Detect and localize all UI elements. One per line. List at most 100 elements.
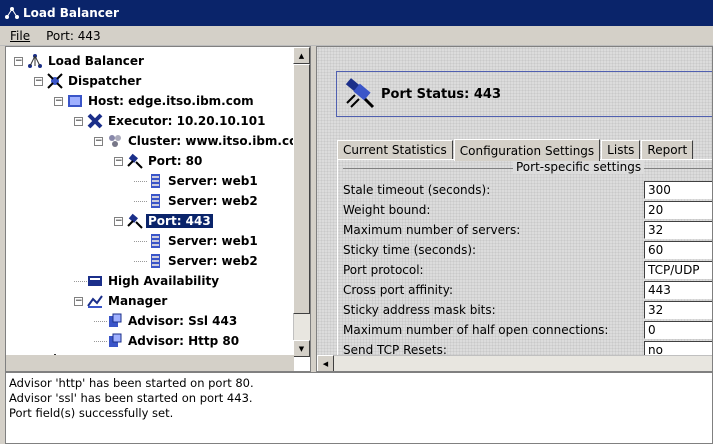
tree-node-server-web1[interactable]: Server: web1 xyxy=(134,231,260,251)
setting-value-field[interactable]: 443 xyxy=(644,281,712,299)
tree-node-label: Port: 80 xyxy=(148,154,203,168)
server-icon xyxy=(151,234,160,248)
tree-node-server-web2[interactable]: Server: web2 xyxy=(134,251,260,271)
collapse-toggle-icon[interactable]: − xyxy=(54,96,63,106)
tree-connector xyxy=(134,180,147,182)
tree-node-high-availability[interactable]: High Availability xyxy=(74,271,221,291)
setting-label: Maximum number of half open connections: xyxy=(343,323,609,337)
tab-current-statistics[interactable]: Current Statistics xyxy=(337,140,453,160)
scroll-up-arrow-icon[interactable]: ▲ xyxy=(293,47,310,64)
setting-label: Weight bound: xyxy=(343,203,431,217)
title-bar: Load Balancer xyxy=(0,0,713,26)
tree-node-server-web2[interactable]: Server: web2 xyxy=(134,191,260,211)
tree-node-executor-10-20-10-101[interactable]: − Executor: 10.20.10.101 xyxy=(74,111,267,131)
setting-label: Port protocol: xyxy=(343,263,424,277)
advisor-icon xyxy=(109,313,122,327)
tab-report[interactable]: Report xyxy=(641,140,694,160)
tree-node-manager[interactable]: − Manager xyxy=(74,291,169,311)
setting-value-field[interactable]: TCP/UDP xyxy=(644,261,712,279)
tree-node-label: Cluster: www.itso.ibm.com xyxy=(128,134,310,148)
setting-value-field[interactable]: 32 xyxy=(644,221,712,239)
server-icon xyxy=(151,254,160,268)
load-balancer-icon xyxy=(28,54,42,68)
scroll-thumb[interactable] xyxy=(293,64,310,314)
tree-connector xyxy=(94,340,107,342)
tab-lists[interactable]: Lists xyxy=(601,140,641,160)
collapse-toggle-icon[interactable]: − xyxy=(14,56,23,66)
setting-value-field[interactable]: 32 xyxy=(644,301,712,319)
collapse-toggle-icon[interactable]: − xyxy=(34,76,43,86)
window-title: Load Balancer xyxy=(23,6,119,20)
tree-node-advisor-http-80[interactable]: Advisor: Http 80 xyxy=(94,331,241,351)
setting-label: Sticky address mask bits: xyxy=(343,303,496,317)
setting-row: Sticky address mask bits: 32 xyxy=(343,300,712,320)
executor-icon xyxy=(87,113,103,129)
dispatcher-icon xyxy=(47,73,63,89)
tree-node-host-edge-itso-ibm-com[interactable]: − Host: edge.itso.ibm.com xyxy=(54,91,256,111)
tree-node-dispatcher[interactable]: − Dispatcher xyxy=(34,71,143,91)
setting-label: Stale timeout (seconds): xyxy=(343,183,491,197)
settings-group-title: Port-specific settings xyxy=(513,160,645,174)
log-line: Advisor 'ssl' has been started on port 4… xyxy=(9,391,253,405)
collapse-toggle-icon[interactable]: − xyxy=(94,136,103,146)
setting-row: Maximum number of half open connections:… xyxy=(343,320,712,340)
detail-horizontal-scrollbar[interactable]: ◀ xyxy=(317,355,712,371)
tree-connector xyxy=(94,320,107,322)
port-icon xyxy=(127,213,143,229)
setting-value-field[interactable]: 60 xyxy=(644,241,712,259)
setting-value-field[interactable]: 300 xyxy=(644,181,712,199)
load-balancer-icon xyxy=(5,7,19,19)
setting-row: Port protocol: TCP/UDP xyxy=(343,260,712,280)
setting-label: Maximum number of servers: xyxy=(343,223,521,237)
navigation-tree: − Load Balancer − Dispatcher − Host: edge.its… xyxy=(6,47,310,368)
setting-value-field[interactable]: 20 xyxy=(644,201,712,219)
tree-node-load-balancer[interactable]: − Load Balancer xyxy=(14,51,146,71)
tree-node-label: Dispatcher xyxy=(68,74,142,88)
tree-node-label: Server: web2 xyxy=(168,194,258,208)
tree-node-cluster-www-itso-ibm-com[interactable]: − Cluster: www.itso.ibm.com xyxy=(94,131,310,151)
collapse-toggle-icon[interactable]: − xyxy=(74,116,83,126)
tree-vertical-scrollbar[interactable]: ▲ ▼ xyxy=(293,47,310,357)
detail-tabs: Current Statistics Configuration Setting… xyxy=(337,138,694,161)
tree-node-port-443[interactable]: − Port: 443 xyxy=(114,211,213,231)
tree-node-label: Server: web1 xyxy=(168,234,258,248)
setting-row: Cross port affinity: 443 xyxy=(343,280,712,300)
tree-node-label: Server: web1 xyxy=(168,174,258,188)
collapse-toggle-icon[interactable]: − xyxy=(74,296,83,306)
tree-node-label: Load Balancer xyxy=(48,54,144,68)
collapse-toggle-icon[interactable]: − xyxy=(114,216,123,226)
log-line: Port field(s) successfully set. xyxy=(9,406,174,420)
tree-connector xyxy=(134,260,147,262)
tree-node-label: Manager xyxy=(108,294,168,308)
port-status-title: Port Status: 443 xyxy=(381,86,502,102)
setting-row: Stale timeout (seconds): 300 xyxy=(343,180,712,200)
tree-node-advisor-ssl-443[interactable]: Advisor: Ssl 443 xyxy=(94,311,239,331)
tree-node-label: Server: web2 xyxy=(168,254,258,268)
menu-file[interactable]: File xyxy=(10,29,30,43)
menu-context[interactable]: Port: 443 xyxy=(46,29,101,43)
setting-value-field[interactable]: 0 xyxy=(644,321,712,339)
scroll-down-arrow-icon[interactable]: ▼ xyxy=(293,340,310,357)
tree-node-label: High Availability xyxy=(108,274,220,288)
server-icon xyxy=(151,194,160,208)
tree-horizontal-scrollbar[interactable] xyxy=(6,355,294,371)
tree-connector xyxy=(134,240,147,242)
navigation-tree-pane: − Load Balancer − Dispatcher − Host: edge.its… xyxy=(5,46,311,372)
collapse-toggle-icon[interactable]: − xyxy=(114,156,123,166)
tree-node-label: Host: edge.itso.ibm.com xyxy=(88,94,254,108)
scroll-left-arrow-icon[interactable]: ◀ xyxy=(317,355,334,371)
server-icon xyxy=(151,174,160,188)
tree-connector xyxy=(74,280,87,282)
high-availability-icon xyxy=(88,276,102,286)
tree-node-label: Advisor: Ssl 443 xyxy=(128,314,238,328)
tree-node-port-80[interactable]: − Port: 80 xyxy=(114,151,204,171)
setting-label: Sticky time (seconds): xyxy=(343,243,477,257)
tree-node-label: Advisor: Http 80 xyxy=(128,334,240,348)
tree-connector xyxy=(134,200,147,202)
cluster-icon xyxy=(109,135,121,147)
tab-configuration-settings[interactable]: Configuration Settings xyxy=(453,139,601,161)
tree-node-server-web1[interactable]: Server: web1 xyxy=(134,171,260,191)
port-status-header: Port Status: 443 xyxy=(336,71,712,117)
tree-node-label: Executor: 10.20.10.101 xyxy=(108,114,266,128)
setting-row: Sticky time (seconds): 60 xyxy=(343,240,712,260)
